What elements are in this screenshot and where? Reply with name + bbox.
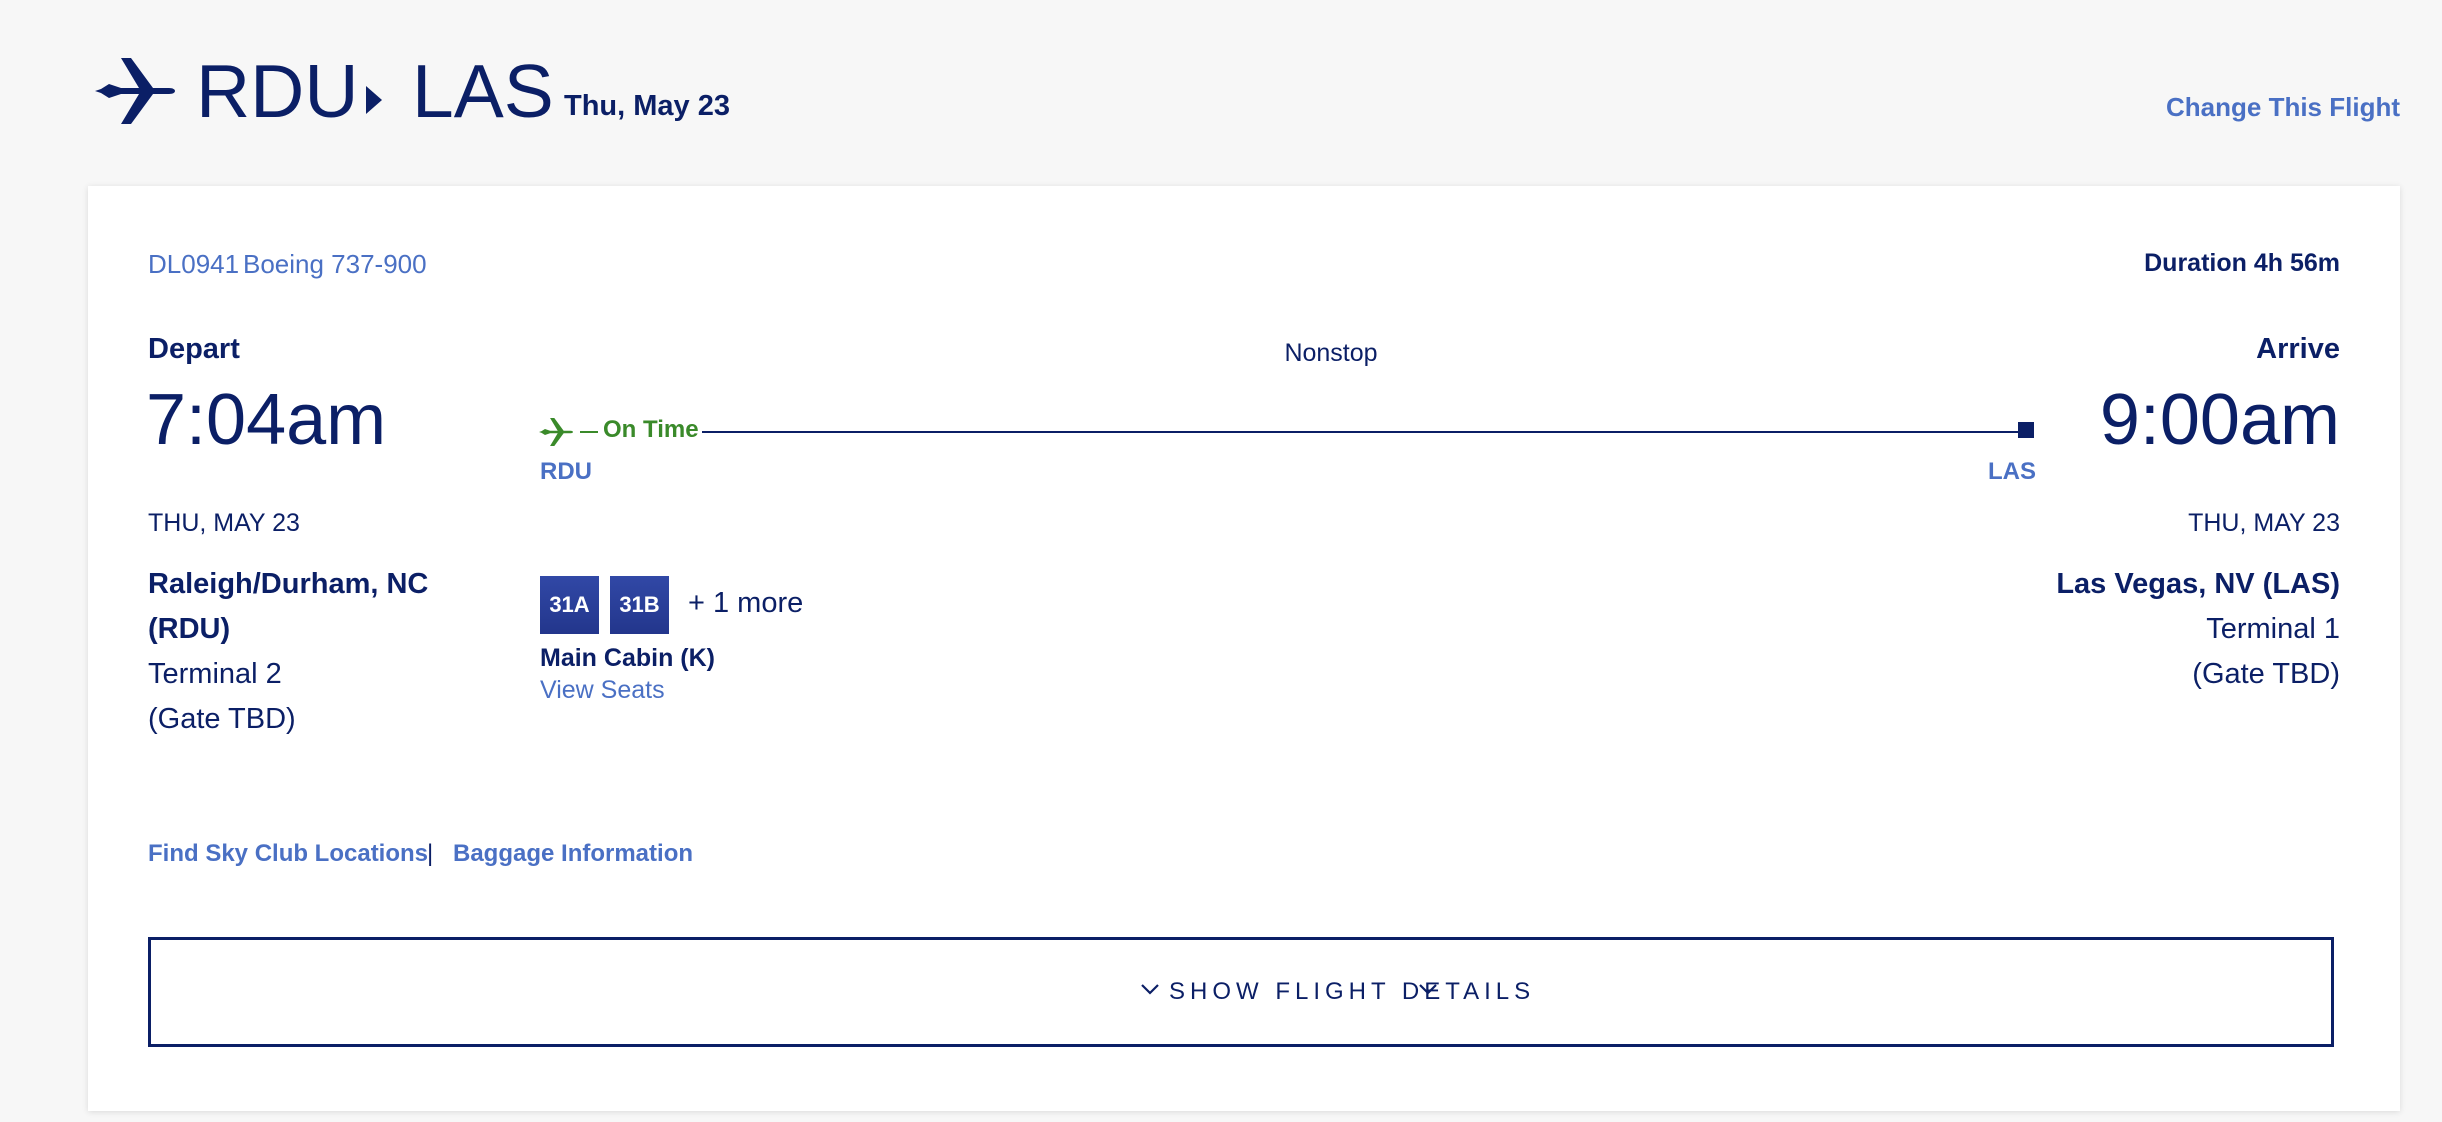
more-seats-label: + 1 more xyxy=(688,587,804,619)
route-destination: LAS xyxy=(412,49,554,133)
arrive-date: THU, MAY 23 xyxy=(2188,509,2340,537)
destination-marker-icon xyxy=(2018,422,2034,438)
baggage-link[interactable]: Baggage Information xyxy=(453,840,693,868)
track-origin-code: RDU xyxy=(540,458,592,485)
depart-city: Raleigh/Durham, NC (RDU) xyxy=(148,568,429,645)
cabin-class: Main Cabin (K) xyxy=(540,644,715,672)
seat-badge[interactable]: 31B xyxy=(610,576,669,634)
depart-label: Depart xyxy=(148,333,240,365)
arrive-terminal: Terminal 1 xyxy=(2206,613,2340,645)
view-seats-link[interactable]: View Seats xyxy=(540,676,665,705)
flight-card: DL0941 Boeing 737-900 Duration 4h 56m De… xyxy=(88,186,2400,1111)
change-flight-link[interactable]: Change This Flight xyxy=(2166,92,2400,123)
depart-gate: (Gate TBD) xyxy=(148,703,296,735)
route-date: Thu, May 23 xyxy=(564,90,730,122)
flight-track-line xyxy=(702,431,2028,433)
route-arrow-icon xyxy=(366,86,382,114)
flight-header: RDU LAS Thu, May 23 Change This Flight xyxy=(0,0,2442,180)
flight-duration: Duration 4h 56m xyxy=(2144,249,2340,277)
depart-time: 7:04am xyxy=(146,380,387,460)
depart-date: THU, MAY 23 xyxy=(148,509,300,537)
show-flight-details-button[interactable]: SHOW FLIGHT DETAILS xyxy=(148,937,2334,1047)
arrive-gate: (Gate TBD) xyxy=(2192,658,2340,690)
chevron-down-icon xyxy=(1141,984,1159,995)
seat-badge[interactable]: 31A xyxy=(540,576,599,634)
link-divider: | xyxy=(427,840,434,867)
flight-status: On Time xyxy=(603,416,699,443)
show-flight-details-label: SHOW FLIGHT DETAILS xyxy=(1169,978,1536,1005)
airplane-icon xyxy=(95,58,175,124)
nonstop-label: Nonstop xyxy=(1284,339,1378,367)
airplane-icon xyxy=(539,418,573,446)
track-destination-code: LAS xyxy=(1988,458,2036,485)
arrive-time: 9:00am xyxy=(2099,380,2340,460)
arrive-label: Arrive xyxy=(2256,333,2340,365)
chevron-down-icon xyxy=(1419,984,1437,995)
status-dash xyxy=(580,431,598,433)
route-origin: RDU xyxy=(196,49,359,133)
sky-club-link[interactable]: Find Sky Club Locations xyxy=(148,840,428,868)
depart-terminal: Terminal 2 xyxy=(148,658,282,690)
aircraft-link[interactable]: Boeing 737-900 xyxy=(243,249,427,280)
flight-number-link[interactable]: DL0941 xyxy=(148,249,239,280)
arrive-city: Las Vegas, NV (LAS) xyxy=(2056,568,2340,600)
